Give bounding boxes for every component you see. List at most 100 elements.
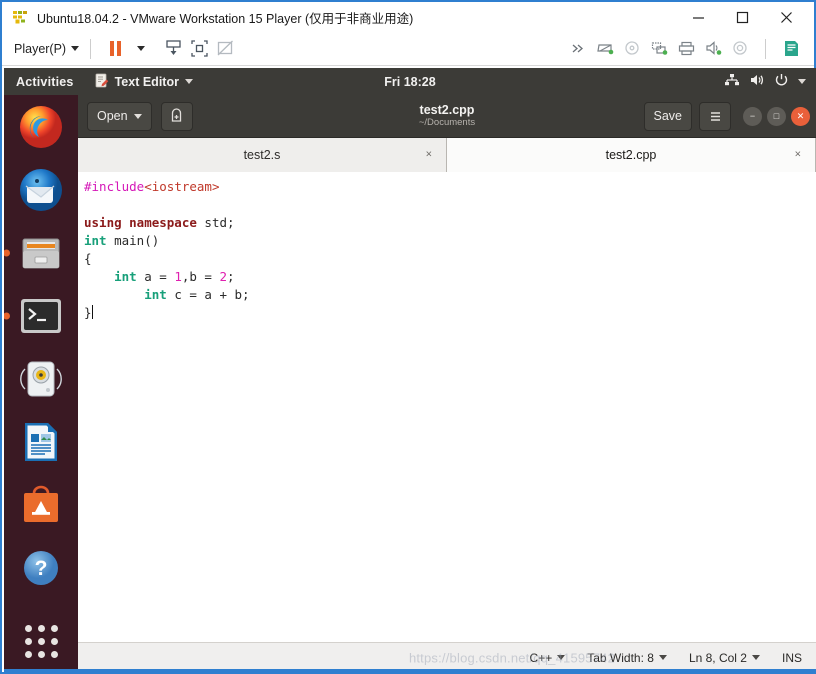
unity-mode-button[interactable] xyxy=(212,36,238,62)
gnome-top-bar: Activities Text Editor Fri 18:28 xyxy=(4,68,816,95)
code-token: using namespace xyxy=(84,215,205,230)
code-line: int main() xyxy=(84,232,816,250)
network-adapter-icon[interactable] xyxy=(646,36,672,62)
code-token: std; xyxy=(204,215,235,230)
code-token: 1 xyxy=(174,269,182,284)
tab-test2-s[interactable]: test2.s × xyxy=(78,138,447,172)
code-line: int a = 1,b = 2; xyxy=(84,268,816,286)
show-applications-button[interactable] xyxy=(24,625,58,658)
tab-close-button[interactable]: × xyxy=(426,149,432,161)
gedit-minimize-button[interactable]: − xyxy=(743,106,762,126)
expand-chevrons-icon[interactable] xyxy=(565,36,591,62)
pause-dropdown-button[interactable] xyxy=(128,36,154,62)
code-token: 2 xyxy=(219,269,228,284)
chevron-down-icon xyxy=(658,655,667,660)
vmware-close-button[interactable] xyxy=(764,3,808,31)
dock-item-help[interactable]: ? xyxy=(15,542,67,594)
send-ctrl-alt-del-button[interactable] xyxy=(160,36,186,62)
dock-item-rhythmbox[interactable] xyxy=(15,353,67,405)
cursor-position[interactable]: Ln 8, Col 2 xyxy=(689,651,760,665)
chevron-down-icon xyxy=(71,46,80,51)
grid-dot xyxy=(37,625,45,632)
code-editor[interactable]: #include<iostream> using namespace std; i… xyxy=(78,172,816,642)
code-line: using namespace std; xyxy=(84,214,816,232)
chevron-down-icon xyxy=(137,46,146,51)
activities-button[interactable]: Activities xyxy=(16,75,74,89)
vmware-maximize-button[interactable] xyxy=(720,3,764,31)
dock-item-terminal[interactable] xyxy=(4,290,67,342)
code-line: #include<iostream> xyxy=(84,178,816,196)
open-button[interactable]: Open xyxy=(87,101,152,131)
tab-test2-cpp[interactable]: test2.cpp × xyxy=(447,138,816,172)
ubuntu-guest-screen: Activities Text Editor Fri 18:28 ? Open … xyxy=(4,68,816,672)
save-button[interactable]: Save xyxy=(643,101,692,131)
dock-item-libreoffice-writer[interactable] xyxy=(15,416,67,468)
grid-dot xyxy=(50,651,58,658)
cd-dvd-icon[interactable] xyxy=(619,36,645,62)
tab-close-button[interactable]: × xyxy=(795,149,801,161)
ubuntu-dock: ? xyxy=(4,95,78,672)
menu-button[interactable] xyxy=(699,101,731,131)
code-text: #include<iostream> using namespace std; i… xyxy=(84,178,816,322)
pause-button[interactable] xyxy=(102,36,128,62)
code-line: { xyxy=(84,250,816,268)
player-menu-button[interactable]: Player(P) xyxy=(14,41,80,56)
code-token: a = xyxy=(136,269,175,284)
gnome-status-area[interactable] xyxy=(724,73,806,90)
hard-disk-icon[interactable] xyxy=(592,36,618,62)
dock-item-firefox[interactable] xyxy=(15,101,67,153)
vmware-logo xyxy=(12,8,29,26)
dock-item-files[interactable] xyxy=(4,227,67,279)
code-token: c = a + b; xyxy=(166,287,250,302)
insert-mode-indicator: INS xyxy=(781,650,802,665)
guest-screen-bottom-edge xyxy=(4,669,816,672)
full-screen-button[interactable] xyxy=(186,36,212,62)
gedit-header-actions: Save − □ ✕ xyxy=(643,101,810,131)
player-menu-label: Player(P) xyxy=(14,41,67,56)
save-button-label: Save xyxy=(653,109,683,123)
grid-dot xyxy=(24,651,32,658)
text-cursor xyxy=(91,305,93,319)
code-token: ,b = xyxy=(181,269,220,284)
usb-icon[interactable] xyxy=(727,36,753,62)
code-line: int c = a + b; xyxy=(84,286,816,304)
language-label: C++ xyxy=(529,650,553,665)
code-token: ; xyxy=(227,269,235,284)
sound-card-icon[interactable] xyxy=(700,36,726,62)
grid-dot xyxy=(24,625,32,632)
tab-label: test2.s xyxy=(243,148,281,162)
app-menu-label: Text Editor xyxy=(114,74,179,89)
gedit-window: Open test2.cpp ~/Documents Save − □ ✕ te… xyxy=(78,95,816,672)
vmware-minimize-button[interactable] xyxy=(676,3,720,31)
code-token: #include xyxy=(84,179,145,194)
code-token: int xyxy=(84,233,107,248)
message-log-icon[interactable] xyxy=(778,36,804,62)
new-document-button[interactable] xyxy=(160,101,193,131)
dock-item-ubuntu-software[interactable] xyxy=(15,479,67,531)
code-token: main() xyxy=(106,233,160,248)
gedit-maximize-button[interactable]: □ xyxy=(767,106,786,126)
vmware-window-title: Ubuntu18.04.2 - VMware Workstation 15 Pl… xyxy=(37,11,414,26)
tab-width-label: Tab Width: 8 xyxy=(587,650,654,665)
toolbar-divider xyxy=(90,38,92,59)
code-token: int xyxy=(144,287,167,302)
gedit-header-bar: Open test2.cpp ~/Documents Save − □ ✕ xyxy=(78,95,816,138)
language-selector[interactable]: C++ xyxy=(530,651,566,665)
dock-item-thunderbird[interactable] xyxy=(15,164,67,216)
app-menu-button[interactable]: Text Editor xyxy=(94,73,193,91)
grid-dot xyxy=(37,651,45,658)
new-document-icon xyxy=(171,107,182,122)
printer-icon[interactable] xyxy=(673,36,699,62)
gedit-close-button[interactable]: ✕ xyxy=(791,106,810,126)
tab-width-selector[interactable]: Tab Width: 8 xyxy=(587,651,667,665)
cursor-position-label: Ln 8, Col 2 xyxy=(688,650,747,665)
vmware-window-controls xyxy=(676,3,808,31)
vmware-device-status-icons xyxy=(565,36,804,62)
running-indicator xyxy=(4,312,10,320)
open-button-label: Open xyxy=(97,109,128,123)
power-icon xyxy=(774,73,789,90)
vmware-toolbar: Player(P) xyxy=(2,32,814,66)
vmware-titlebar: Ubuntu18.04.2 - VMware Workstation 15 Pl… xyxy=(2,2,814,32)
